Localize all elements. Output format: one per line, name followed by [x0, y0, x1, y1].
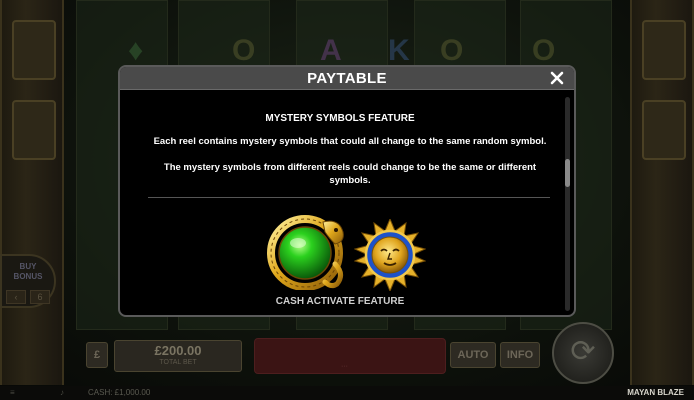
buy-bonus-label: BUY BONUS [13, 262, 43, 281]
reel-symbol-icon: ♦ [128, 34, 144, 67]
modal-header: PAYTABLE [120, 67, 574, 90]
reel-symbol-icon: O [440, 34, 464, 67]
sound-icon[interactable]: ♪ [60, 388, 64, 397]
bottom-controls: £ £200.00 TOTAL BET ··· AUTO INFO [86, 338, 606, 374]
left-totem-pillar [0, 0, 64, 385]
reel-symbol-icon: K [388, 34, 410, 67]
modal-title: PAYTABLE [307, 70, 387, 87]
close-icon [550, 71, 564, 85]
paytable-modal: PAYTABLE MYSTERY SYMBOLS FEATURE Each re… [118, 65, 576, 317]
spin-bar[interactable]: ··· [254, 338, 446, 374]
totem-face-icon [12, 20, 56, 80]
close-button[interactable] [548, 68, 566, 88]
buy-bonus-widget[interactable]: BUY BONUS ‹ 6 [0, 254, 56, 308]
stake-display[interactable]: £200.00 TOTAL BET [114, 340, 242, 372]
reel-symbol-icon: O [232, 34, 256, 67]
totem-face-icon [12, 100, 56, 160]
divider [148, 197, 550, 198]
totem-face-icon [642, 100, 686, 160]
reel-symbol-icon: O [532, 34, 556, 67]
right-totem-pillar [630, 0, 694, 385]
scrollbar[interactable] [565, 97, 570, 311]
paytable-content[interactable]: MYSTERY SYMBOLS FEATURE Each reel contai… [120, 91, 560, 315]
description-paragraph: Each reel contains mystery symbols that … [153, 136, 547, 147]
currency-button[interactable]: £ [86, 342, 108, 368]
bonus-decrease-button[interactable]: ‹ [6, 290, 26, 304]
game-name: MAYAN BLAZE [627, 388, 684, 397]
description-paragraph: The mystery symbols from different reels… [163, 162, 537, 186]
auto-button[interactable]: AUTO [450, 342, 496, 368]
totem-face-icon [642, 20, 686, 80]
status-bar: ≡ ♪ CASH: £1,000.00 MAYAN BLAZE [0, 386, 694, 400]
section-title: MYSTERY SYMBOLS FEATURE [265, 113, 415, 124]
feature-label: CASH ACTIVATE FEATURE [275, 296, 405, 307]
bonus-value: 6 [30, 290, 50, 304]
stake-sub-label: TOTAL BET [159, 359, 197, 366]
blue-sun-face-icon [354, 219, 426, 291]
menu-icon[interactable]: ≡ [10, 388, 15, 397]
reel-symbol-icon: A [320, 34, 342, 67]
spin-arrows-icon[interactable]: ⟳ [552, 322, 614, 384]
scrollbar-thumb[interactable] [565, 159, 570, 187]
cash-balance: CASH: £1,000.00 [88, 388, 151, 397]
stake-value: £200.00 [154, 343, 202, 358]
info-button[interactable]: INFO [500, 342, 540, 368]
green-orb-serpent-icon [267, 215, 344, 290]
spin-bar-hint: ··· [341, 363, 348, 370]
